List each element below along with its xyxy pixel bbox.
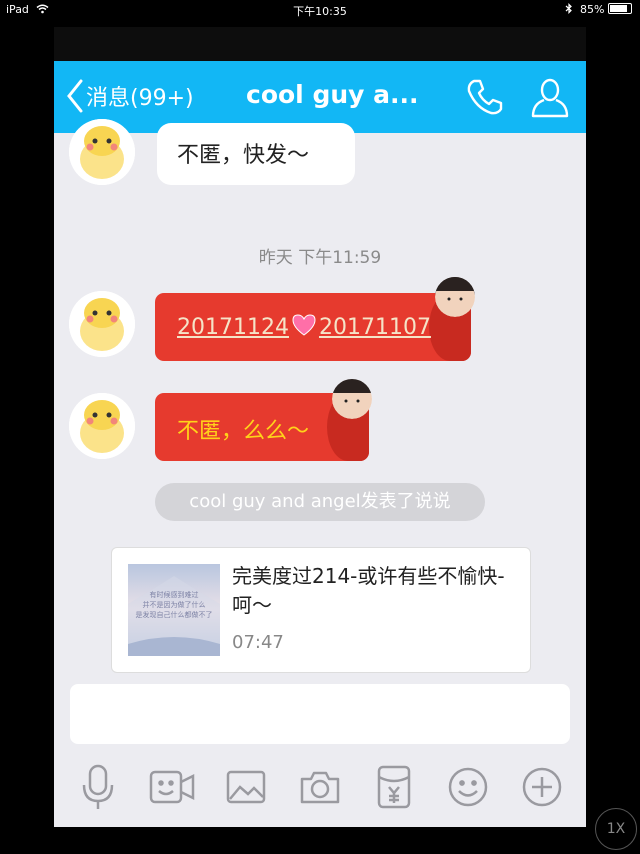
post-thumbnail: 有时候感到难过 并不是因为做了什么 是发现自己什么都做不了 — [128, 564, 220, 656]
timestamp: 昨天 下午11:59 — [258, 248, 382, 268]
top-bar-dark — [54, 27, 586, 61]
back-button[interactable]: 消息(99+) — [66, 76, 194, 116]
post-card[interactable]: 有时候感到难过 并不是因为做了什么 是发现自己什么都做不了 完美度过214-或许… — [111, 547, 531, 673]
thumb-text-line: 有时候感到难过 — [149, 591, 199, 599]
camera-button[interactable] — [296, 763, 344, 811]
camera-icon — [300, 771, 340, 804]
message-text: 不匿，快发～ — [177, 143, 310, 168]
red-packet-message[interactable]: 20171124 20171107 — [155, 293, 471, 361]
profile-icon[interactable] — [530, 77, 570, 119]
image-icon — [226, 770, 266, 804]
red-packet-date-1: 20171124 — [177, 315, 289, 340]
battery-icon — [608, 3, 632, 14]
red-packet-icon — [377, 765, 411, 809]
bluetooth-icon — [565, 3, 572, 14]
emoji-button[interactable] — [444, 763, 492, 811]
chat-app: 消息(99+) cool guy a... 不匿，快发～ 昨天 下午11:59 … — [54, 27, 586, 827]
sender-sticker — [435, 277, 475, 317]
post-time: 07:47 — [232, 632, 284, 653]
phone-icon[interactable] — [464, 77, 504, 117]
contact-avatar[interactable] — [69, 119, 135, 185]
voice-button[interactable] — [74, 763, 122, 811]
back-chevron-icon — [67, 79, 83, 113]
thumb-text-line: 是发现自己什么都做不了 — [135, 611, 213, 619]
status-right: 85% — [565, 3, 632, 16]
status-time: 下午10:35 — [293, 5, 347, 18]
chat-title[interactable]: cool guy a... — [246, 80, 419, 109]
status-bar: iPad 下午10:35 85% — [0, 0, 640, 20]
post-text: 完美度过214-或许有些不愉快-呵～ — [232, 564, 505, 617]
contact-avatar[interactable] — [69, 393, 135, 459]
emoji-icon — [448, 767, 488, 807]
red-packet-date-2: 20171107 — [318, 315, 431, 340]
system-notice: cool guy and angel发表了说说 — [155, 483, 485, 521]
message-input[interactable] — [70, 684, 570, 744]
more-button[interactable] — [518, 763, 566, 811]
red-packet-text: 不匿，么么～ — [177, 419, 310, 444]
battery-percent: 85% — [580, 3, 605, 16]
back-label: 消息(99+) — [86, 86, 194, 111]
sender-sticker — [332, 379, 372, 419]
heart-emoji-icon — [292, 314, 316, 336]
plus-icon — [522, 767, 562, 807]
image-button[interactable] — [222, 763, 270, 811]
video-icon — [149, 770, 195, 804]
input-toolbar — [54, 755, 586, 815]
contact-avatar[interactable] — [69, 291, 135, 357]
red-packet-text: 20171124 20171107 — [177, 313, 431, 340]
microphone-icon — [82, 764, 114, 809]
zoom-button[interactable]: 1X — [595, 808, 637, 850]
message-bubble[interactable]: 不匿，快发～ — [157, 123, 355, 185]
video-call-button[interactable] — [148, 763, 196, 811]
thumb-text-line: 并不是因为做了什么 — [142, 601, 206, 609]
red-packet-button[interactable] — [370, 763, 418, 811]
